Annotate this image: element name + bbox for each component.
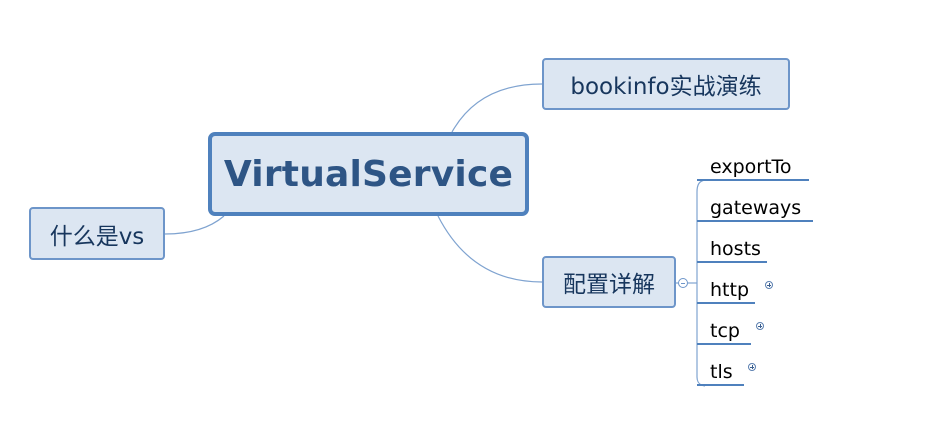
subtopic-label: http	[710, 279, 750, 301]
topic-what-is-vs-label: 什么是vs	[49, 223, 145, 250]
subtopic-hosts[interactable]: hosts	[697, 237, 767, 263]
topic-bookinfo[interactable]: bookinfo实战演练	[542, 58, 790, 110]
root-node-label: VirtualService	[223, 153, 514, 195]
topic-config-details-label: 配置详解	[563, 272, 655, 298]
expand-plus-icon[interactable]	[756, 322, 764, 330]
subtopic-gateways[interactable]: gateways	[697, 196, 813, 222]
subtopic-tcp[interactable]: tcp	[697, 319, 751, 345]
subtopic-tls[interactable]: tls	[697, 360, 744, 386]
subtopic-http[interactable]: http	[697, 278, 755, 304]
subtopic-label: tls	[710, 361, 733, 383]
subtopic-label: hosts	[710, 238, 761, 260]
connector-root-what	[164, 215, 225, 235]
root-node-virtualservice[interactable]: VirtualService	[208, 132, 529, 216]
subtopic-label: exportTo	[710, 156, 792, 178]
expand-plus-icon[interactable]	[765, 281, 773, 289]
connector-root-config	[437, 215, 543, 283]
subtopic-label: tcp	[710, 320, 740, 342]
collapse-toggle-icon[interactable]	[678, 278, 688, 288]
expand-plus-icon[interactable]	[748, 363, 756, 371]
topic-what-is-vs[interactable]: 什么是vs	[29, 207, 165, 260]
connector-root-bookinfo	[451, 83, 543, 133]
subtopic-exportto[interactable]: exportTo	[697, 155, 809, 181]
subtopic-label: gateways	[710, 197, 802, 219]
topic-config-details[interactable]: 配置详解	[542, 256, 676, 308]
topic-bookinfo-label: bookinfo实战演练	[570, 74, 762, 100]
